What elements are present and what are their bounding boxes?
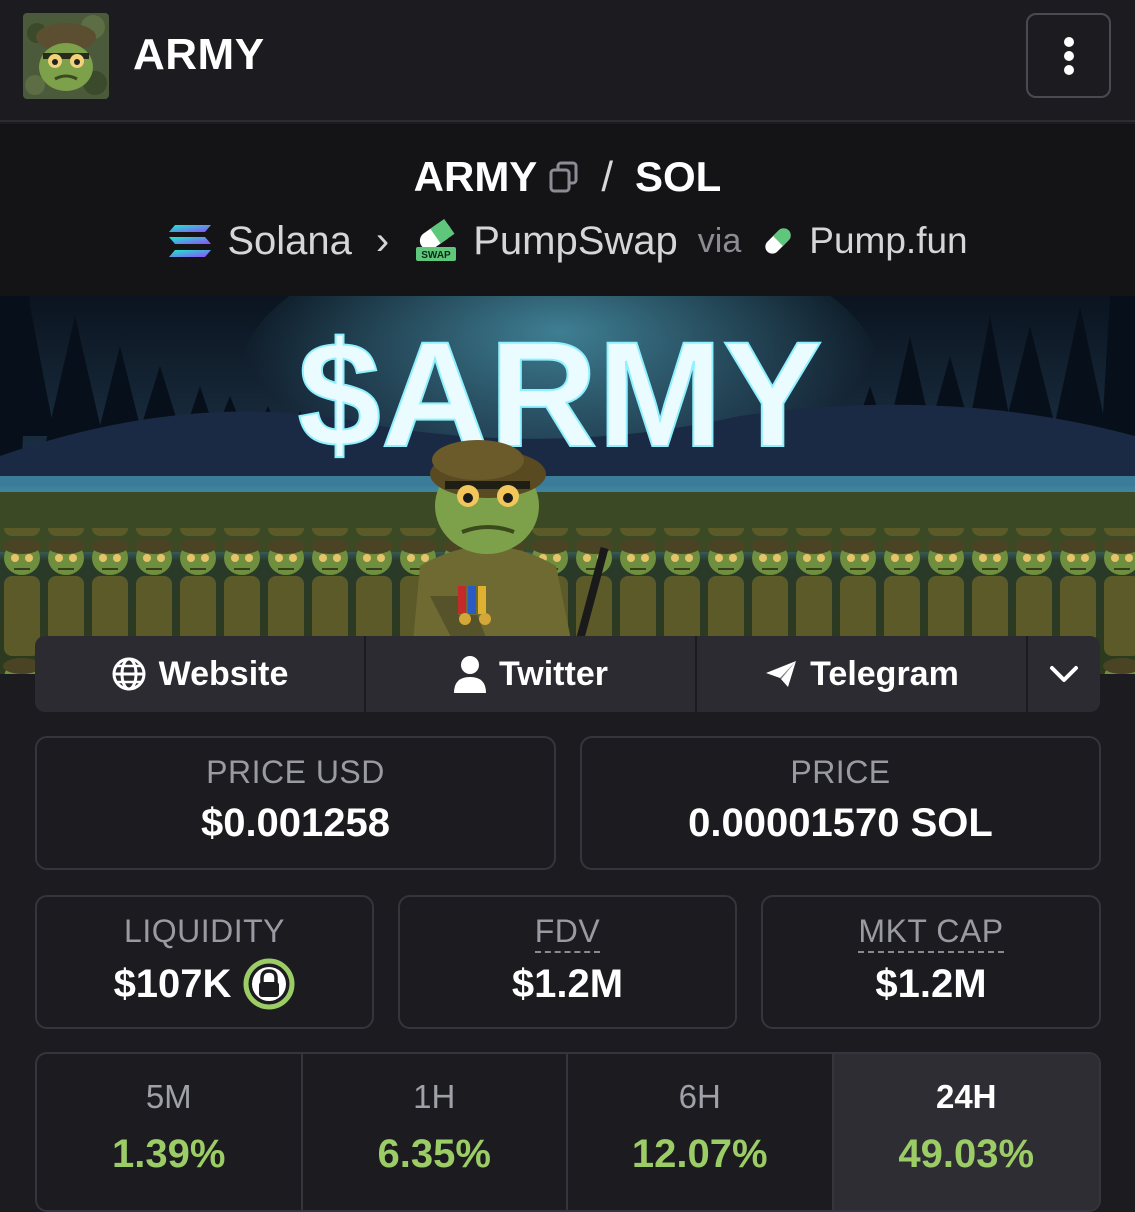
fdv-label[interactable]: FDV xyxy=(534,913,601,953)
swap-badge: SWAP xyxy=(422,250,452,261)
liquidity-label: LIQUIDITY xyxy=(124,913,285,949)
price-usd-value: $0.001258 xyxy=(200,801,391,845)
copy-icon[interactable] xyxy=(549,161,579,193)
timeframe-6h[interactable]: 6H 12.07% xyxy=(568,1054,834,1210)
timeframe-change: 49.03% xyxy=(898,1132,1035,1176)
lock-icon[interactable] xyxy=(243,958,295,1010)
app-title: ARMY xyxy=(133,30,265,79)
timeframe-selector: 5M 1.39% 1H 6.35% 6H 12.07% 24H 49.03% xyxy=(35,1052,1101,1212)
chevron-down-icon xyxy=(1049,666,1078,682)
globe-icon xyxy=(112,657,146,691)
chevron-right-icon: › xyxy=(375,218,390,263)
fdv-card: FDV $1.2M xyxy=(398,895,737,1029)
quote-token: SOL xyxy=(635,153,722,200)
price-native-card: PRICE 0.00001570 SOL xyxy=(580,736,1101,870)
dex-link[interactable]: PumpSwap xyxy=(473,219,678,264)
paper-plane-icon xyxy=(766,661,797,687)
price-usd-card: PRICE USD $0.001258 xyxy=(35,736,556,870)
timeframe-label: 6H xyxy=(678,1078,721,1115)
fdv-value: $1.2M xyxy=(511,962,624,1006)
pumpswap-icon: SWAP xyxy=(413,219,459,263)
price-native-value: 0.00001570 SOL xyxy=(688,801,993,845)
liquidity-card: LIQUIDITY $107K xyxy=(35,895,374,1029)
via-label: via xyxy=(697,221,742,260)
twitter-button[interactable]: Twitter xyxy=(366,636,697,712)
website-button[interactable]: Website xyxy=(35,636,366,712)
more-links-button[interactable] xyxy=(1028,636,1099,712)
pair-title: ARMY / SOL xyxy=(0,152,1135,202)
base-token: ARMY xyxy=(413,153,538,200)
breadcrumb: Solana › SWAP PumpSwap via Pump.fun xyxy=(0,216,1135,266)
pumpfun-icon xyxy=(761,224,795,258)
telegram-label: Telegram xyxy=(810,654,959,693)
pair-header: ARMY / SOL Solana › SWAP PumpSwap via Pu… xyxy=(0,124,1135,296)
chain-link[interactable]: Solana xyxy=(227,219,352,264)
market-cap-label[interactable]: MKT CAP xyxy=(858,913,1004,953)
price-native-label: PRICE xyxy=(790,754,891,790)
solana-icon xyxy=(167,223,213,259)
timeframe-1h[interactable]: 1H 6.35% xyxy=(303,1054,568,1210)
website-label: Website xyxy=(158,654,289,693)
timeframe-change: 1.39% xyxy=(112,1132,226,1176)
timeframe-change: 12.07% xyxy=(631,1132,768,1176)
token-banner: $ARMY xyxy=(0,296,1135,674)
user-icon xyxy=(454,656,487,693)
timeframe-label: 1H xyxy=(413,1078,456,1115)
social-links-bar: Website Twitter Telegram xyxy=(35,636,1100,712)
liquidity-value: $107K xyxy=(113,961,232,1006)
timeframe-label: 24H xyxy=(935,1078,997,1115)
telegram-button[interactable]: Telegram xyxy=(697,636,1028,712)
launchpad-link[interactable]: Pump.fun xyxy=(809,220,967,262)
timeframe-change: 6.35% xyxy=(377,1132,491,1176)
market-cap-card: MKT CAP $1.2M xyxy=(761,895,1101,1029)
price-usd-label: PRICE USD xyxy=(206,754,385,790)
token-avatar xyxy=(23,13,109,99)
banner-headline: $ARMY xyxy=(297,310,822,478)
kebab-menu-icon xyxy=(1063,36,1074,75)
top-bar: ARMY xyxy=(0,0,1135,122)
pair-separator: / xyxy=(601,153,613,200)
twitter-label: Twitter xyxy=(499,654,608,693)
timeframe-label: 5M xyxy=(145,1078,192,1115)
timeframe-24h[interactable]: 24H 49.03% xyxy=(833,1054,1099,1210)
timeframe-5m[interactable]: 5M 1.39% xyxy=(37,1054,303,1210)
menu-button[interactable] xyxy=(1026,13,1111,98)
market-cap-value: $1.2M xyxy=(875,962,987,1006)
